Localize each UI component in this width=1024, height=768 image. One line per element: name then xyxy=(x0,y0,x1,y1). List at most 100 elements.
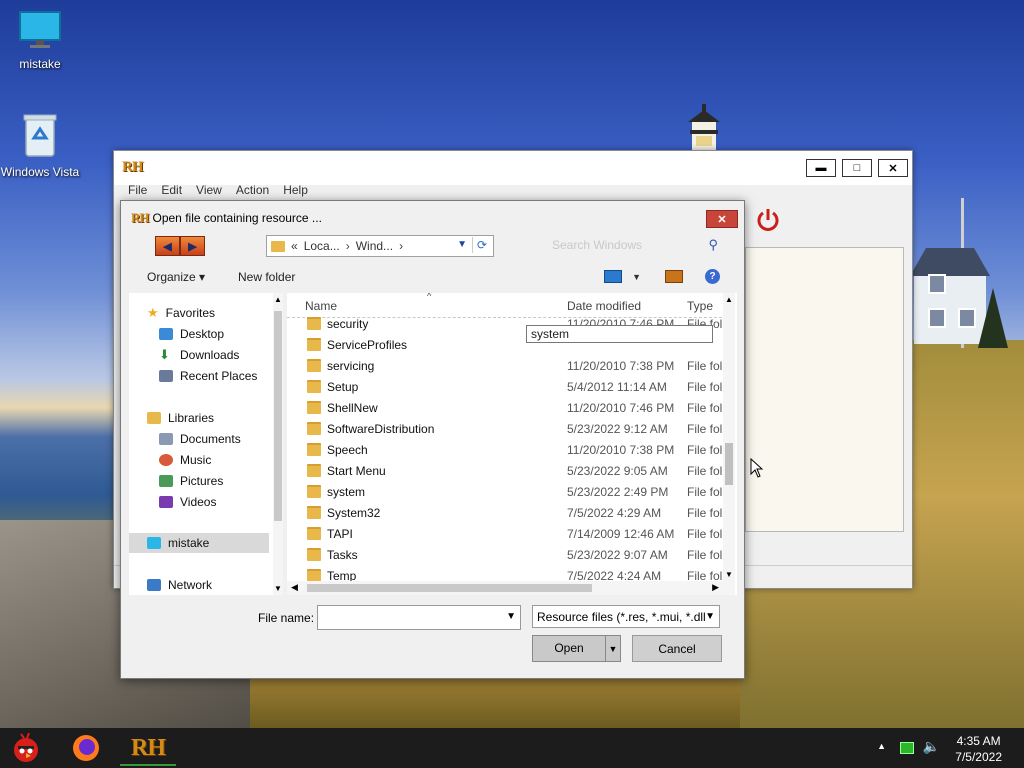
nav-favorites[interactable]: ★ Favorites xyxy=(147,303,287,323)
resource-view-pane xyxy=(745,247,904,532)
clock-time: 4:35 AM xyxy=(956,734,1001,748)
file-type-select[interactable]: Resource files (*.res, *.mui, *.dll ▼ xyxy=(532,605,720,628)
recent-places-icon xyxy=(159,370,173,382)
chevron-up-icon[interactable]: ▲ xyxy=(725,295,733,304)
file-row[interactable]: TAPI 7/14/2009 12:46 AM File fol xyxy=(287,523,727,544)
desktop-icon-mistake[interactable]: mistake xyxy=(0,10,80,71)
file-type: File fol xyxy=(687,443,723,457)
dialog-title: Open file containing resource ... xyxy=(152,211,322,225)
chevron-down-icon[interactable]: ▼ xyxy=(705,611,715,622)
chevron-down-icon[interactable]: ▼ xyxy=(506,611,516,622)
file-row[interactable]: Speech 11/20/2010 7:38 PM File fol xyxy=(287,439,727,460)
file-name: SoftwareDistribution xyxy=(327,422,435,436)
refresh-icon[interactable]: ⟳ xyxy=(472,237,491,253)
chevron-down-icon[interactable]: ▼ xyxy=(274,584,282,593)
file-type: File fol xyxy=(687,359,723,373)
dialog-close-button[interactable]: ✕ xyxy=(706,210,738,228)
search-icon[interactable]: ⚲ xyxy=(708,237,718,253)
vertical-scrollbar-thumb[interactable] xyxy=(725,443,733,485)
download-icon: ⬇ xyxy=(159,347,170,362)
network-status-icon[interactable] xyxy=(900,742,914,754)
file-name: TAPI xyxy=(327,527,353,541)
open-button[interactable]: Open ▼ xyxy=(532,635,621,662)
taskbar-resource-hacker[interactable]: RH xyxy=(120,732,176,766)
column-name[interactable]: Name xyxy=(305,299,337,313)
nav-label: Favorites xyxy=(165,306,216,320)
menu-action[interactable]: Action xyxy=(236,183,277,197)
organize-button[interactable]: Organize ▾ xyxy=(147,270,205,284)
file-row[interactable]: servicing 11/20/2010 7:38 PM File fol xyxy=(287,355,727,376)
menu-edit[interactable]: Edit xyxy=(161,183,190,197)
search-box[interactable]: Search Windows ⚲ xyxy=(544,235,724,255)
music-icon xyxy=(159,454,173,466)
file-row[interactable]: system 5/23/2022 2:49 PM File fol xyxy=(287,481,727,502)
nav-scrollbar[interactable]: ▲ ▼ xyxy=(273,293,283,595)
menu-view[interactable]: View xyxy=(196,183,230,197)
column-type[interactable]: Type xyxy=(687,299,713,313)
file-name: Start Menu xyxy=(327,464,386,478)
nav-computer-mistake[interactable]: mistake xyxy=(129,533,269,553)
file-list-vertical-scrollbar[interactable]: ▲ ▼ xyxy=(723,293,735,595)
column-date-modified[interactable]: Date modified xyxy=(567,299,641,313)
desktop-icon-recycle-bin[interactable]: Windows Vista xyxy=(0,112,80,179)
menu-help[interactable]: Help xyxy=(283,183,316,197)
chevron-up-icon[interactable]: ▲ xyxy=(877,741,886,751)
chevron-down-icon[interactable]: ▼ xyxy=(605,636,620,661)
file-row[interactable]: Setup 5/4/2012 11:14 AM File fol xyxy=(287,376,727,397)
nav-network[interactable]: Network xyxy=(147,575,287,595)
close-button[interactable]: ✕ xyxy=(878,159,908,177)
help-icon[interactable]: ? xyxy=(705,269,720,284)
menu-file[interactable]: File xyxy=(128,183,155,197)
chevron-up-icon[interactable]: ▲ xyxy=(274,295,282,304)
menu-bar: File Edit View Action Help xyxy=(128,183,322,197)
cancel-button[interactable]: Cancel xyxy=(632,635,722,662)
file-type: File fol xyxy=(687,380,723,394)
app-title-bar[interactable]: RH ▬ □ ✕ xyxy=(114,151,912,185)
chevron-right-icon: › xyxy=(345,239,350,253)
angry-birds-icon[interactable] xyxy=(8,732,44,764)
file-date: 5/23/2022 2:49 PM xyxy=(567,485,669,499)
file-row[interactable]: Start Menu 5/23/2022 9:05 AM File fol xyxy=(287,460,727,481)
file-row[interactable]: System32 7/5/2022 4:29 AM File fol xyxy=(287,502,727,523)
view-options-icon[interactable] xyxy=(604,270,623,283)
computer-icon xyxy=(147,537,161,549)
volume-icon[interactable]: 🔈 xyxy=(923,738,940,755)
chevron-down-icon[interactable]: ▼ xyxy=(725,570,733,579)
clock[interactable]: 4:35 AM 7/5/2022 xyxy=(955,733,1002,765)
address-segment-local[interactable]: Loca... xyxy=(304,239,340,253)
minimize-button[interactable]: ▬ xyxy=(806,159,836,177)
address-bar[interactable]: « Loca... › Wind... › ▼ ⟳ xyxy=(266,235,494,257)
chevron-right-icon[interactable]: ▶ xyxy=(712,582,719,593)
file-list-horizontal-scrollbar[interactable]: ◀ ▶ xyxy=(287,581,723,595)
nav-libraries[interactable]: Libraries xyxy=(147,408,287,428)
file-date: 7/14/2009 12:46 AM xyxy=(567,527,675,541)
file-name: Setup xyxy=(327,380,359,394)
preview-pane-icon[interactable] xyxy=(665,270,683,283)
new-folder-button[interactable]: New folder xyxy=(238,270,295,284)
back-arrow-icon[interactable]: ◀ xyxy=(155,236,180,256)
forward-arrow-icon[interactable]: ▶ xyxy=(180,236,205,256)
file-type: File fol xyxy=(687,506,723,520)
chevron-down-icon[interactable]: ▼ xyxy=(457,239,467,250)
sort-up-icon: ^ xyxy=(427,293,432,301)
maximize-button[interactable]: □ xyxy=(842,159,872,177)
chevron-down-icon[interactable]: ▼ xyxy=(632,272,641,282)
file-type: File fol xyxy=(687,401,723,415)
file-name: Tasks xyxy=(327,548,358,562)
nav-scrollbar-thumb[interactable] xyxy=(274,311,282,521)
dialog-title-bar[interactable]: RH Open file containing resource ... xyxy=(131,210,322,226)
file-type-value: Resource files (*.res, *.mui, *.dll xyxy=(537,609,706,624)
file-row[interactable]: ShellNew 11/20/2010 7:46 PM File fol xyxy=(287,397,727,418)
address-segment-windows[interactable]: Wind... xyxy=(356,239,393,253)
address-prefix: « xyxy=(291,239,298,253)
folder-icon xyxy=(307,317,321,330)
folder-icon xyxy=(307,464,321,477)
file-name-input[interactable]: ▼ xyxy=(317,605,521,630)
file-row[interactable]: Tasks 5/23/2022 9:07 AM File fol xyxy=(287,544,727,565)
firefox-icon[interactable] xyxy=(68,732,104,764)
lighthouse xyxy=(688,104,720,156)
file-row[interactable]: SoftwareDistribution 5/23/2022 9:12 AM Fil… xyxy=(287,418,727,439)
power-icon[interactable] xyxy=(752,203,784,237)
chevron-left-icon[interactable]: ◀ xyxy=(291,582,298,593)
horizontal-scrollbar-thumb[interactable] xyxy=(307,584,592,592)
